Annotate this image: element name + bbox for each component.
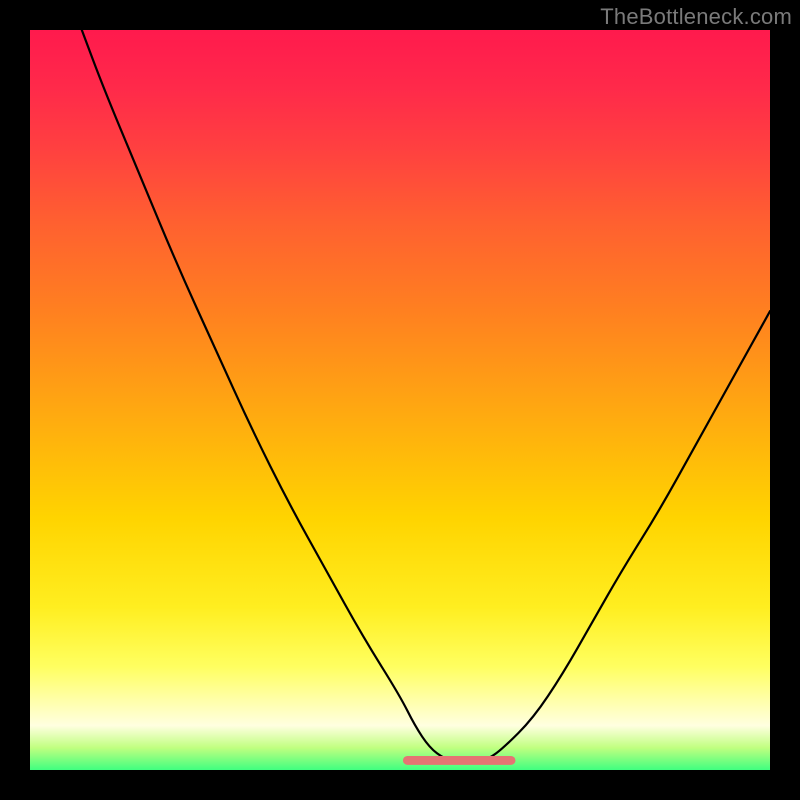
chart-frame: TheBottleneck.com (0, 0, 800, 800)
watermark-text: TheBottleneck.com (600, 4, 792, 30)
bottleneck-curve-svg (30, 30, 770, 770)
plot-area (30, 30, 770, 770)
bottleneck-curve-path (82, 30, 770, 763)
